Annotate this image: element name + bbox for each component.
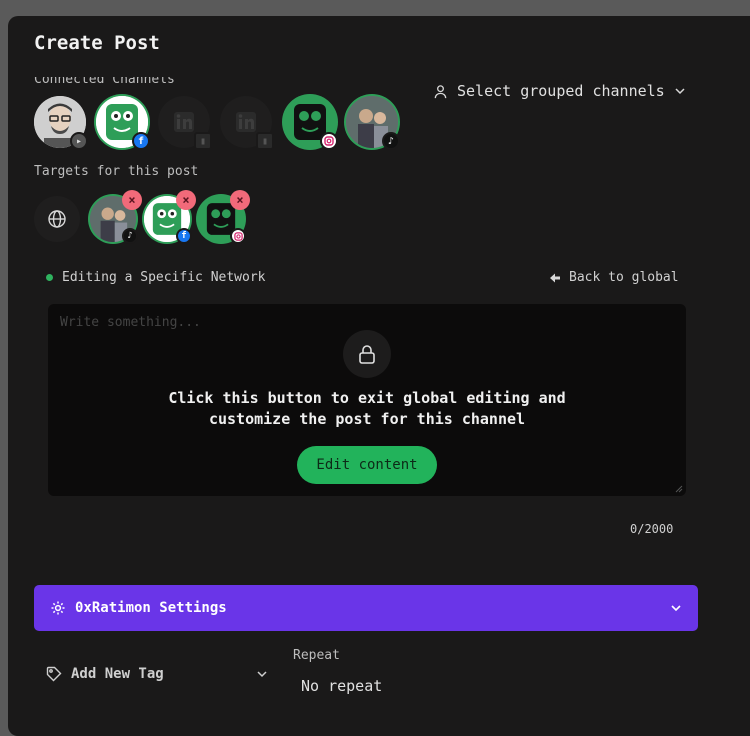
repeat-select[interactable]: No repeat <box>301 677 382 695</box>
editing-status-text: Editing a Specific Network <box>62 270 266 285</box>
connected-channels-label: Connected Channels <box>34 72 175 87</box>
status-dot <box>46 274 53 281</box>
chevron-down-icon <box>257 671 267 678</box>
edit-content-button[interactable]: Edit content <box>297 446 437 484</box>
chevron-down-icon <box>675 88 685 95</box>
chevron-down-icon <box>671 605 681 612</box>
create-post-dialog: Create Post Connected Channels Select gr… <box>8 16 750 736</box>
settings-label: 0xRatimon Settings <box>75 600 227 616</box>
arrow-left-icon <box>550 273 560 282</box>
instagram-badge-icon <box>230 228 246 244</box>
linkedin-badge-icon: ▮ <box>194 132 212 150</box>
user-icon <box>434 84 447 98</box>
target-instagram[interactable]: × <box>198 190 250 244</box>
channel-avatar-group-tiktok[interactable]: ♪ <box>346 96 400 150</box>
target-facebook[interactable]: f × <box>144 190 196 244</box>
channel-avatar-ratimon-facebook[interactable]: f <box>96 96 150 150</box>
channel-avatar-linkedin[interactable]: ▮ <box>158 96 212 150</box>
post-editor: Click this button to exit global editing… <box>48 304 686 496</box>
add-tag-dropdown[interactable]: Add New Tag <box>46 666 164 682</box>
editing-status: Editing a Specific Network <box>46 270 266 285</box>
group-select-label: Select grouped channels <box>457 82 665 100</box>
globe-icon <box>48 210 66 228</box>
add-tag-label: Add New Tag <box>71 666 164 682</box>
back-to-global-label: Back to global <box>569 270 679 285</box>
tiktok-badge-icon: ♪ <box>382 132 400 150</box>
facebook-badge-icon: f <box>176 228 192 244</box>
dialog-title: Create Post <box>34 32 160 54</box>
linkedin-badge-icon: ▮ <box>256 132 274 150</box>
channel-avatar-linkedin-page[interactable]: ▮ <box>220 96 274 150</box>
linkedin-icon <box>174 112 194 132</box>
instagram-badge-icon <box>320 132 338 150</box>
select-grouped-channels-dropdown[interactable]: Select grouped channels <box>433 82 686 100</box>
channel-settings-accordion[interactable]: 0xRatimon Settings <box>34 585 698 631</box>
global-target-button[interactable] <box>34 196 80 242</box>
back-to-global-button[interactable]: Back to global <box>549 270 679 285</box>
channel-avatar-user-youtube[interactable]: ▸ <box>34 96 88 150</box>
facebook-badge-icon: f <box>132 132 150 150</box>
repeat-label: Repeat <box>293 648 340 663</box>
resize-handle-icon[interactable] <box>675 485 683 493</box>
tiktok-badge-icon: ♪ <box>122 228 138 244</box>
channel-avatar-ratimon-instagram[interactable] <box>284 96 338 150</box>
remove-target-button[interactable]: × <box>176 190 196 210</box>
gear-icon <box>51 601 65 615</box>
tag-icon <box>46 666 62 682</box>
remove-target-button[interactable]: × <box>122 190 142 210</box>
target-tiktok[interactable]: ♪ × <box>90 190 142 244</box>
remove-target-button[interactable]: × <box>230 190 250 210</box>
character-counter: 0/2000 <box>630 522 674 536</box>
youtube-badge-icon: ▸ <box>70 132 88 150</box>
linkedin-icon <box>236 112 256 132</box>
targets-label: Targets for this post <box>34 164 199 179</box>
